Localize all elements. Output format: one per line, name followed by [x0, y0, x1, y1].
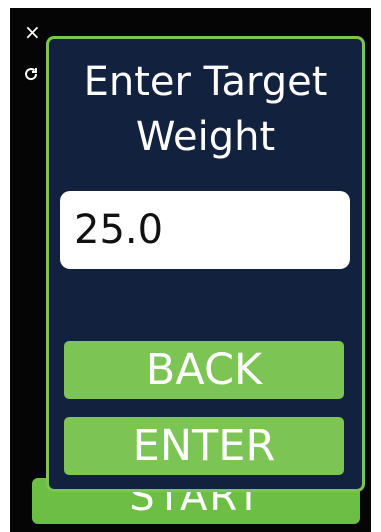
dialog-title: Enter Target Weight: [83, 59, 328, 160]
refresh-icon[interactable]: [23, 66, 39, 82]
close-icon[interactable]: ×: [24, 22, 41, 42]
target-weight-dialog: Enter Target Weight BACK ENTER: [46, 36, 365, 492]
app-screen: × START Enter Target Weight BACK ENTER: [10, 8, 371, 532]
back-button[interactable]: BACK: [64, 341, 344, 399]
enter-button[interactable]: ENTER: [64, 417, 344, 475]
target-weight-input[interactable]: [60, 191, 350, 269]
